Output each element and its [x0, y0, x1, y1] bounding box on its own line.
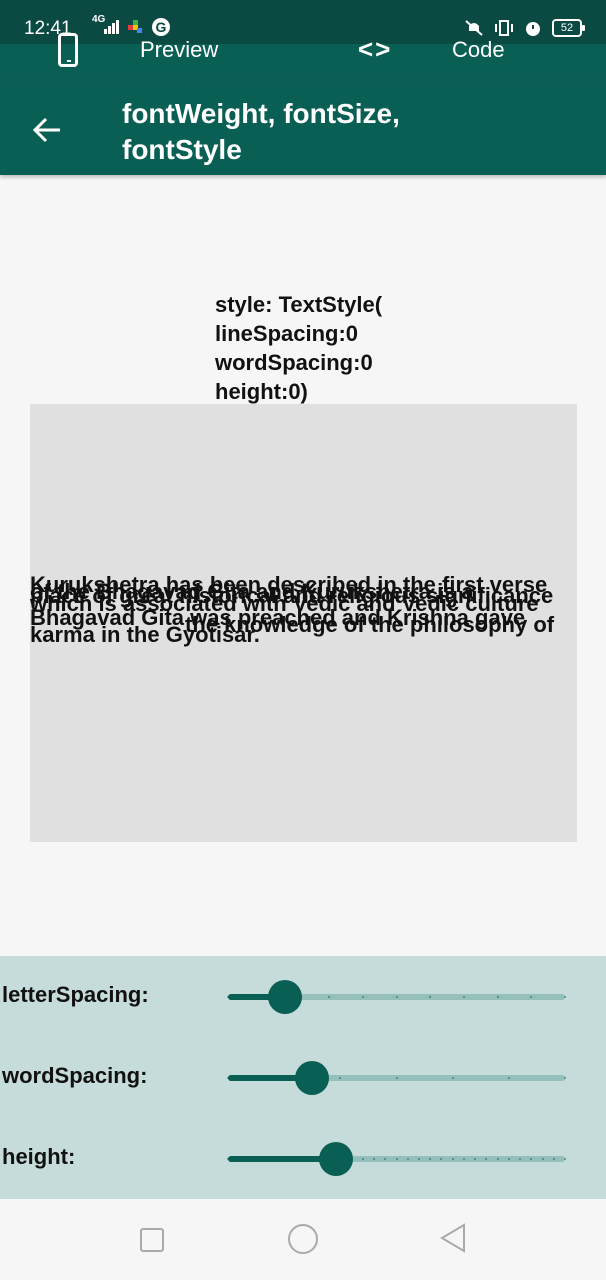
preview-box: Kurukshetra has been described in the fi… — [30, 404, 577, 842]
slider-tick — [564, 1158, 566, 1160]
battery-icon: 52 — [552, 19, 585, 37]
slider-label: height: — [2, 1144, 76, 1169]
slider-tick — [485, 1158, 488, 1160]
slider-tick — [530, 1158, 533, 1160]
slider-tick — [429, 996, 432, 998]
tab-preview[interactable]: Preview — [58, 30, 218, 70]
slider-panel: letterSpacing: wordSpacing: height: — [0, 956, 606, 1199]
slider-tick — [496, 1158, 499, 1160]
slider-tick — [417, 1158, 420, 1160]
slider-tick — [451, 1077, 454, 1079]
slider-tick — [406, 1158, 409, 1160]
slider-tick — [496, 996, 499, 998]
tab-code-label: Code — [452, 37, 505, 62]
slider-tick — [395, 1158, 398, 1160]
height-slider[interactable] — [227, 1142, 566, 1176]
preview-text: Kurukshetra has been described in the fi… — [30, 574, 590, 664]
slider-tick — [429, 1158, 432, 1160]
slider-tick — [564, 996, 566, 998]
caption-line: wordSpacing:0 — [215, 350, 373, 375]
slider-tick — [462, 1158, 465, 1160]
slider-tick — [440, 1158, 443, 1160]
letter-spacing-slider[interactable] — [227, 980, 566, 1014]
slider-thumb[interactable] — [318, 1142, 353, 1176]
slider-tick — [361, 1158, 364, 1160]
slider-tick — [395, 996, 398, 998]
page-title-line2: fontStyle — [122, 134, 242, 165]
slider-tick — [564, 1077, 566, 1079]
slider-tick — [328, 996, 331, 998]
slider-label: wordSpacing: — [2, 1063, 148, 1088]
system-nav-bar — [0, 1199, 606, 1280]
back-arrow-icon[interactable] — [30, 112, 66, 148]
slider-tick — [384, 1158, 387, 1160]
page-title: fontWeight, fontSize, fontStyle — [122, 96, 562, 168]
slider-row-word-spacing: wordSpacing: — [0, 1047, 606, 1107]
tab-code[interactable]: Code — [452, 30, 505, 70]
code-icon[interactable]: <> — [358, 34, 392, 65]
slider-thumb[interactable] — [295, 1061, 330, 1095]
slider-tick — [507, 1077, 510, 1079]
preview-line: karma in the Gyotisar. — [30, 622, 260, 647]
alarm-icon — [526, 22, 540, 36]
tab-preview-label: Preview — [140, 37, 219, 62]
slider-tick — [339, 1077, 342, 1079]
page-title-line1: fontWeight, fontSize, — [122, 98, 400, 129]
slider-row-letter-spacing: letterSpacing: — [0, 966, 606, 1026]
top-bar: 12:41 4G G 52 Preview <> Code — [0, 0, 606, 82]
slider-tick — [395, 1077, 398, 1079]
slider-tick — [541, 1158, 544, 1160]
app-bar: fontWeight, fontSize, fontStyle — [0, 82, 606, 175]
caption-line: lineSpacing:0 — [215, 321, 359, 346]
word-spacing-slider[interactable] — [227, 1061, 566, 1095]
slider-tick — [451, 1158, 454, 1160]
caption-line: height:0) — [215, 379, 308, 404]
slider-tick — [373, 1158, 376, 1160]
style-caption: style: TextStyle( lineSpacing:0 wordSpac… — [215, 290, 382, 406]
home-button[interactable] — [288, 1224, 318, 1254]
caption-line: style: TextStyle( — [215, 292, 383, 317]
phone-icon — [58, 33, 78, 67]
slider-label: letterSpacing: — [2, 982, 149, 1007]
slider-thumb[interactable] — [268, 980, 303, 1014]
slider-tick — [474, 1158, 477, 1160]
slider-row-height: height: — [0, 1128, 606, 1188]
nav-back-button[interactable] — [440, 1223, 466, 1253]
slider-tick — [519, 1158, 522, 1160]
recents-button[interactable] — [140, 1228, 164, 1252]
slider-tick — [552, 1158, 555, 1160]
slider-tick — [462, 996, 465, 998]
slider-tick — [507, 1158, 510, 1160]
slider-tick — [530, 996, 533, 998]
slider-tick — [361, 996, 364, 998]
